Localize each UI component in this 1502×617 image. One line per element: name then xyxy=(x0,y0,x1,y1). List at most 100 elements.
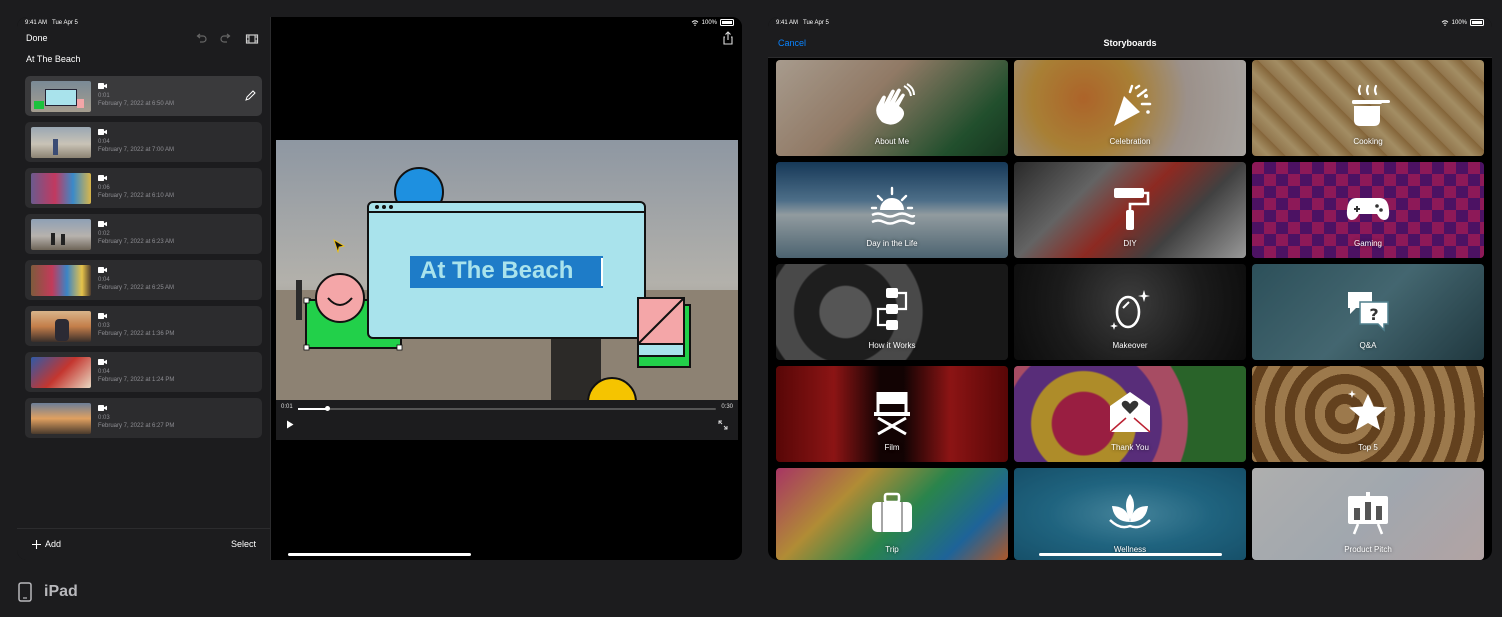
clip-item[interactable]: 0:03 February 7, 2022 at 1:36 PM xyxy=(25,306,262,346)
tile-label: Day in the Life xyxy=(866,239,918,248)
project-filmstrip-icon[interactable] xyxy=(245,32,259,46)
clip-thumbnail xyxy=(31,173,91,204)
pencil-icon[interactable] xyxy=(244,90,256,102)
scrubber-knob[interactable] xyxy=(324,406,330,411)
wifi-icon xyxy=(691,19,698,26)
storyboard-tile-about-me[interactable]: About Me xyxy=(776,60,1008,156)
clip-item[interactable]: 0:04 February 7, 2022 at 1:24 PM xyxy=(25,352,262,392)
battery-icon xyxy=(1470,19,1484,26)
storyboard-tile-wellness[interactable]: Wellness xyxy=(1014,468,1246,560)
video-camera-icon xyxy=(98,129,107,135)
status-time: 9:41 AM Tue Apr 5 xyxy=(25,20,78,26)
video-camera-icon xyxy=(98,313,107,319)
play-icon[interactable] xyxy=(286,420,294,429)
star-sparkle-icon xyxy=(1348,390,1387,430)
gamecontroller-icon xyxy=(1346,198,1390,220)
undo-icon[interactable] xyxy=(194,32,208,46)
clip-thumbnail xyxy=(31,81,91,112)
storyboard-tile-makeover[interactable]: Makeover xyxy=(1014,264,1246,360)
clip-item[interactable]: 0:03 February 7, 2022 at 6:27 PM xyxy=(25,398,262,438)
done-button[interactable]: Done xyxy=(26,33,48,43)
add-button[interactable]: Add xyxy=(32,539,61,549)
storyboard-tile-day-in-the-life[interactable]: Day in the Life xyxy=(776,162,1008,258)
home-indicator[interactable] xyxy=(288,553,471,556)
select-button[interactable]: Select xyxy=(231,539,256,549)
clip-date: February 7, 2022 at 1:36 PM xyxy=(98,331,175,337)
clip-item[interactable]: 0:02 February 7, 2022 at 6:23 AM xyxy=(25,214,262,254)
clip-item[interactable]: 0:04 February 7, 2022 at 6:25 AM xyxy=(25,260,262,300)
clip-date: February 7, 2022 at 6:27 PM xyxy=(98,423,175,429)
storyboard-tile-thank-you[interactable]: Thank You xyxy=(1014,366,1246,462)
clip-thumbnail xyxy=(31,403,91,434)
video-camera-icon xyxy=(98,267,107,273)
device-label: iPad xyxy=(18,582,78,602)
storyboard-tile-top-5[interactable]: Top 5 xyxy=(1252,366,1484,462)
tile-label: About Me xyxy=(874,137,910,146)
clip-date: February 7, 2022 at 6:25 AM xyxy=(98,285,175,291)
clip-date: February 7, 2022 at 6:10 AM xyxy=(98,193,175,199)
tile-label: Top 5 xyxy=(1358,443,1378,452)
clip-item[interactable]: 0:01 February 7, 2022 at 6:50 AM xyxy=(25,76,262,116)
svg-text:?: ? xyxy=(1369,305,1378,324)
home-indicator[interactable] xyxy=(1039,553,1222,556)
clip-duration: 0:04 xyxy=(98,369,110,375)
tile-label: Gaming xyxy=(1353,239,1382,248)
storyboard-tile-celebration[interactable]: Celebration xyxy=(1014,60,1246,156)
current-time: 0:01 xyxy=(281,404,293,410)
tile-label: Thank You xyxy=(1111,443,1149,452)
plus-icon xyxy=(32,539,41,549)
clip-duration: 0:03 xyxy=(98,323,110,329)
storyboards-nav-bar: Cancel Storyboards xyxy=(768,29,1492,58)
video-camera-icon xyxy=(98,221,107,227)
directors-chair-icon xyxy=(874,392,910,436)
paint-roller-icon xyxy=(1114,188,1150,230)
title-card-text[interactable]: At The Beach xyxy=(420,257,573,285)
fullscreen-icon[interactable] xyxy=(718,420,728,430)
sunrise-icon xyxy=(870,186,916,225)
clip-duration: 0:04 xyxy=(98,139,110,145)
device-name: iPad xyxy=(44,583,78,600)
flowchart-icon xyxy=(876,288,908,330)
clip-list: 0:01 February 7, 2022 at 6:50 AM 0:04 Fe… xyxy=(25,76,262,444)
clip-item[interactable]: 0:06 February 7, 2022 at 6:10 AM xyxy=(25,168,262,208)
question-bubbles-icon: ? xyxy=(1348,292,1389,332)
page-title: Storyboards xyxy=(1103,38,1157,48)
share-icon[interactable] xyxy=(721,31,735,45)
tile-label: Celebration xyxy=(1109,137,1151,146)
clip-date: February 7, 2022 at 6:23 AM xyxy=(98,239,175,245)
tile-label: How it Works xyxy=(868,341,916,350)
cooking-pot-icon xyxy=(1352,84,1390,126)
battery-indicator: 100% xyxy=(691,19,734,26)
scrubber-fill xyxy=(298,408,328,410)
preview-area: 100% At The Beach 0:01 0:30 xyxy=(196,17,742,560)
suitcase-icon xyxy=(872,492,912,532)
redo-icon[interactable] xyxy=(219,32,233,46)
storyboard-tile-qa[interactable]: ? Q&A xyxy=(1252,264,1484,360)
storyboard-tile-film[interactable]: Film xyxy=(776,366,1008,462)
storyboard-tile-product-pitch[interactable]: Product Pitch xyxy=(1252,468,1484,560)
status-bar: 9:41 AM Tue Apr 5 xyxy=(17,17,270,29)
status-bar-right: 100% xyxy=(271,17,742,29)
clip-date: February 7, 2022 at 6:50 AM xyxy=(98,101,175,107)
clip-sidebar: 9:41 AM Tue Apr 5 Done At The Beach 0:01… xyxy=(17,17,271,560)
tile-label: Film xyxy=(884,443,900,452)
clip-item[interactable]: 0:04 February 7, 2022 at 7:00 AM xyxy=(25,122,262,162)
video-camera-icon xyxy=(98,359,107,365)
storyboard-tile-trip[interactable]: Trip xyxy=(776,468,1008,560)
storyboard-tile-diy[interactable]: DIY xyxy=(1014,162,1246,258)
storyboard-tile-how-it-works[interactable]: How it Works xyxy=(776,264,1008,360)
tile-label: Q&A xyxy=(1359,341,1377,350)
tile-label: DIY xyxy=(1123,239,1137,248)
project-title: At The Beach xyxy=(26,54,81,64)
clip-date: February 7, 2022 at 1:24 PM xyxy=(98,377,175,383)
storyboard-tile-cooking[interactable]: Cooking xyxy=(1252,60,1484,156)
video-preview[interactable]: At The Beach xyxy=(276,140,738,400)
tile-label: Trip xyxy=(885,545,899,554)
playback-controls: 0:01 0:30 xyxy=(276,400,738,440)
lotus-icon xyxy=(1109,494,1151,529)
tile-label: Cooking xyxy=(1353,137,1383,146)
storyboard-tile-gaming[interactable]: Gaming xyxy=(1252,162,1484,258)
tile-label: Makeover xyxy=(1112,341,1148,350)
scrubber-track[interactable] xyxy=(298,406,716,411)
sidebar-bottom-bar: Add Select xyxy=(17,528,270,560)
